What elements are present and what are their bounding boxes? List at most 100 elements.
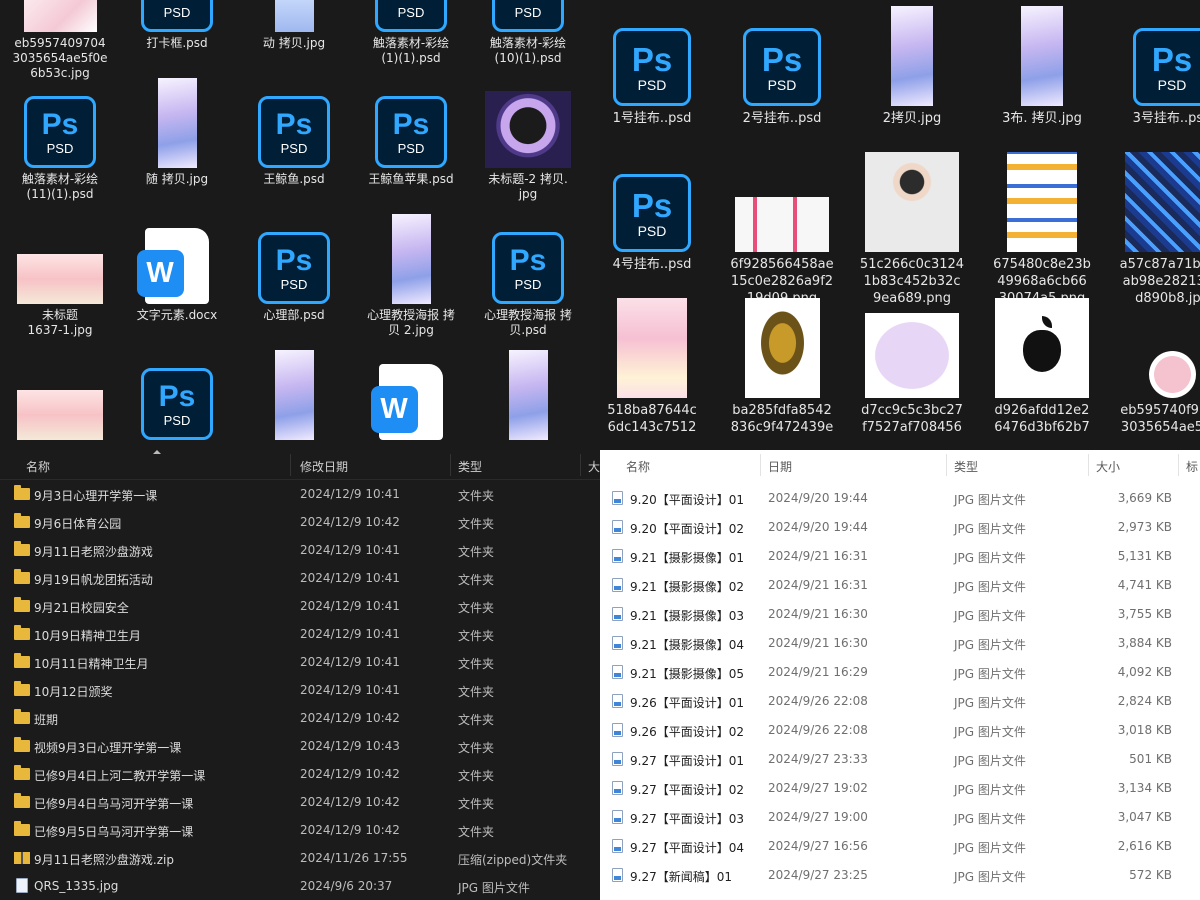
file-tile[interactable]: Ps PSD 心理教授海报 拷 贝.psd [478, 214, 578, 338]
table-row[interactable]: 9月3日心理开学第一课 2024/12/9 10:41 文件夹 [0, 480, 600, 508]
cell-size: 3,884 KB [1117, 636, 1172, 650]
file-tile[interactable] [478, 350, 578, 444]
column-header-name[interactable]: 名称 [626, 458, 650, 475]
file-tile[interactable]: d926afdd12e2 6476d3bf62b7 [978, 298, 1106, 436]
ps-glyph: Ps [631, 186, 673, 224]
apple-logo-icon [1023, 330, 1061, 372]
file-tile[interactable]: 心理教授海报 拷 贝 2.jpg [361, 214, 461, 338]
column-divider[interactable] [580, 454, 581, 476]
table-row[interactable]: 9.21【摄影摄像】01 2024/9/21 16:31 JPG 图片文件 5,131… [600, 542, 1200, 570]
explorer-icon-view-top-right: Ps PSD 1号挂布..psd Ps PSD 2号挂布..psd 2拷贝.jpg 3布. 拷… [600, 0, 1200, 450]
table-row[interactable]: 9.27【平面设计】04 2024/9/27 16:56 JPG 图片文件 2,616… [600, 832, 1200, 860]
table-row[interactable]: 9月11日老照沙盘游戏 2024/12/9 10:41 文件夹 [0, 536, 600, 564]
column-divider[interactable] [1178, 454, 1179, 476]
file-tile[interactable]: Ps PSD 4号挂布..psd [600, 152, 716, 273]
file-name-label: 触落素材-彩绘 (10)(1).psd [489, 36, 567, 65]
file-tile[interactable]: Ps PSD 王鲸鱼苹果.psd [361, 78, 461, 187]
file-tile[interactable]: 3布. 拷贝.jpg [978, 6, 1106, 127]
file-tile[interactable]: Ps PSD [127, 350, 227, 444]
file-tile[interactable]: 随 拷贝.jpg [127, 78, 227, 187]
column-divider[interactable] [760, 454, 761, 476]
cell-size: 4,741 KB [1117, 578, 1172, 592]
file-tile[interactable]: d7cc9c5c3bc27 f7527af708456 [848, 298, 976, 436]
file-tile[interactable]: W [361, 350, 461, 444]
psd-label: PSD [637, 222, 667, 239]
column-divider[interactable] [946, 454, 947, 476]
table-row[interactable]: 已修9月5日乌马河开学第一课 2024/12/9 10:42 文件夹 [0, 816, 600, 844]
file-tile[interactable]: W 文字元素.docx [127, 214, 227, 323]
table-row[interactable]: 9.21【摄影摄像】02 2024/9/21 16:31 JPG 图片文件 4,741… [600, 571, 1200, 599]
ps-glyph: Ps [761, 40, 803, 78]
table-row[interactable]: 9.20【平面设计】01 2024/9/20 19:44 JPG 图片文件 3,669… [600, 484, 1200, 512]
cell-type: JPG 图片文件 [954, 493, 1026, 507]
folder-icon [14, 765, 30, 780]
column-header-size[interactable]: 大小 [1096, 458, 1120, 475]
column-header-size[interactable]: 大 [588, 458, 600, 475]
table-row[interactable]: 视频9月3日心理开学第一课 2024/12/9 10:43 文件夹 [0, 732, 600, 760]
file-tile[interactable] [244, 350, 344, 444]
file-tile[interactable]: PsPSD 触落素材-彩绘 (10)(1).psd [478, 0, 578, 66]
cell-date: 2024/12/9 10:41 [300, 627, 400, 641]
cell-date: 2024/9/20 19:44 [768, 520, 868, 534]
file-tile[interactable]: a57c87a71b9c0 ab98e28213d5 d890b8.jpg [1108, 152, 1200, 307]
file-tile[interactable]: PsPSD 打卡框.psd [127, 0, 227, 51]
file-tile[interactable]: PsPSD 3号挂布..psd [1108, 6, 1200, 127]
file-tile[interactable]: Ps PSD 王鲸鱼.psd [244, 78, 344, 187]
file-tile[interactable]: ba285fdfa8542 836c9f472439e [718, 298, 846, 436]
table-row[interactable]: 9.27【新闻稿】01 2024/9/27 23:25 JPG 图片文件 572 KB [600, 861, 1200, 889]
column-header-date[interactable]: 修改日期 [300, 458, 348, 475]
file-tile[interactable]: 6f928566458ae 15c0e2826a9f2 19d09.png [718, 152, 846, 307]
table-row[interactable]: 9.26【平面设计】01 2024/9/26 22:08 JPG 图片文件 2,824… [600, 687, 1200, 715]
column-header-name[interactable]: 名称 [26, 458, 50, 475]
file-tile[interactable]: 518ba87644c 6dc143c7512 [600, 298, 716, 436]
file-tile[interactable]: Ps PSD 1号挂布..psd [600, 6, 716, 127]
cell-name: 视频9月3日心理开学第一课 [34, 741, 182, 755]
table-row[interactable]: 9月11日老照沙盘游戏.zip 2024/11/26 17:55 压缩(zipped… [0, 844, 600, 872]
file-tile[interactable]: 动 拷贝.jpg [244, 0, 344, 51]
table-row[interactable]: 9.27【平面设计】03 2024/9/27 19:00 JPG 图片文件 3,047… [600, 803, 1200, 831]
cell-name: 9.21【摄影摄像】02 [630, 580, 744, 594]
table-row[interactable]: QRS_1335.jpg 2024/9/6 20:37 JPG 图片文件 [0, 872, 600, 900]
table-row[interactable]: 班期 2024/12/9 10:42 文件夹 [0, 704, 600, 732]
table-row[interactable]: 10月9日精神卫生月 2024/12/9 10:41 文件夹 [0, 620, 600, 648]
table-row[interactable]: 9.21【摄影摄像】05 2024/9/21 16:29 JPG 图片文件 4,092… [600, 658, 1200, 686]
table-row[interactable]: 9.27【平面设计】02 2024/9/27 19:02 JPG 图片文件 3,134… [600, 774, 1200, 802]
column-header-type[interactable]: 类型 [954, 458, 978, 475]
file-tile[interactable]: PsPSD 触落素材-彩绘 (1)(1).psd [361, 0, 461, 66]
file-name-label: 518ba87644c 6dc143c7512 [607, 403, 697, 435]
file-tile[interactable]: 未标题 1637-1.jpg [10, 214, 110, 338]
table-row[interactable]: 9.21【摄影摄像】04 2024/9/21 16:30 JPG 图片文件 3,884… [600, 629, 1200, 657]
table-row[interactable]: 9月6日体育公园 2024/12/9 10:42 文件夹 [0, 508, 600, 536]
column-divider[interactable] [290, 454, 291, 476]
explorer-icon-view-top-left: eb5957409704 3035654ae5f0e 6b53c.jpgPsPS… [0, 0, 600, 450]
zip-folder-icon [14, 852, 30, 864]
column-header-tags[interactable]: 标 [1186, 458, 1198, 475]
cell-date: 2024/12/9 10:42 [300, 823, 400, 837]
table-row[interactable]: 9.27【平面设计】01 2024/9/27 23:33 JPG 图片文件 501 K… [600, 745, 1200, 773]
file-tile[interactable]: 未标题-2 拷贝. jpg [478, 78, 578, 202]
file-tile[interactable]: Ps PSD 心理部.psd [244, 214, 344, 323]
file-tile[interactable]: Ps PSD 触落素材-彩绘 (11)(1).psd [10, 78, 110, 202]
column-header-date[interactable]: 日期 [768, 458, 792, 475]
file-tile[interactable]: 2拷贝.jpg [848, 6, 976, 127]
cell-date: 2024/12/9 10:41 [300, 683, 400, 697]
file-tile[interactable]: 675480c8e23b 49968a6cb66 30074a5.png [978, 152, 1106, 307]
file-tile[interactable]: 51c266c0c3124 1b83c452b32c 9ea689.png [848, 152, 976, 307]
file-tile[interactable] [10, 350, 110, 444]
table-row[interactable]: 10月12日颁奖 2024/12/9 10:41 文件夹 [0, 676, 600, 704]
column-header-type[interactable]: 类型 [458, 458, 482, 475]
table-row[interactable]: 9.20【平面设计】02 2024/9/20 19:44 JPG 图片文件 2,973… [600, 513, 1200, 541]
table-row[interactable]: 9月21日校园安全 2024/12/9 10:41 文件夹 [0, 592, 600, 620]
file-tile[interactable]: eb5957409704 3035654ae5f0e 6b53c.jpg [10, 0, 110, 81]
table-row[interactable]: 9月19日帆龙团拓活动 2024/12/9 10:41 文件夹 [0, 564, 600, 592]
file-tile-thumbnail [1108, 152, 1200, 252]
column-divider[interactable] [450, 454, 451, 476]
table-row[interactable]: 已修9月4日上河二教开学第一课 2024/12/9 10:42 文件夹 [0, 760, 600, 788]
column-divider[interactable] [1088, 454, 1089, 476]
table-row[interactable]: 9.26【平面设计】02 2024/9/26 22:08 JPG 图片文件 3,018… [600, 716, 1200, 744]
table-row[interactable]: 已修9月4日乌马河开学第一课 2024/12/9 10:42 文件夹 [0, 788, 600, 816]
file-tile[interactable]: Ps PSD 2号挂布..psd [718, 6, 846, 127]
file-tile[interactable]: eb595740f9704 3035654ae5f0c [1108, 298, 1200, 436]
table-row[interactable]: 10月11日精神卫生月 2024/12/9 10:41 文件夹 [0, 648, 600, 676]
table-row[interactable]: 9.21【摄影摄像】03 2024/9/21 16:30 JPG 图片文件 3,755… [600, 600, 1200, 628]
